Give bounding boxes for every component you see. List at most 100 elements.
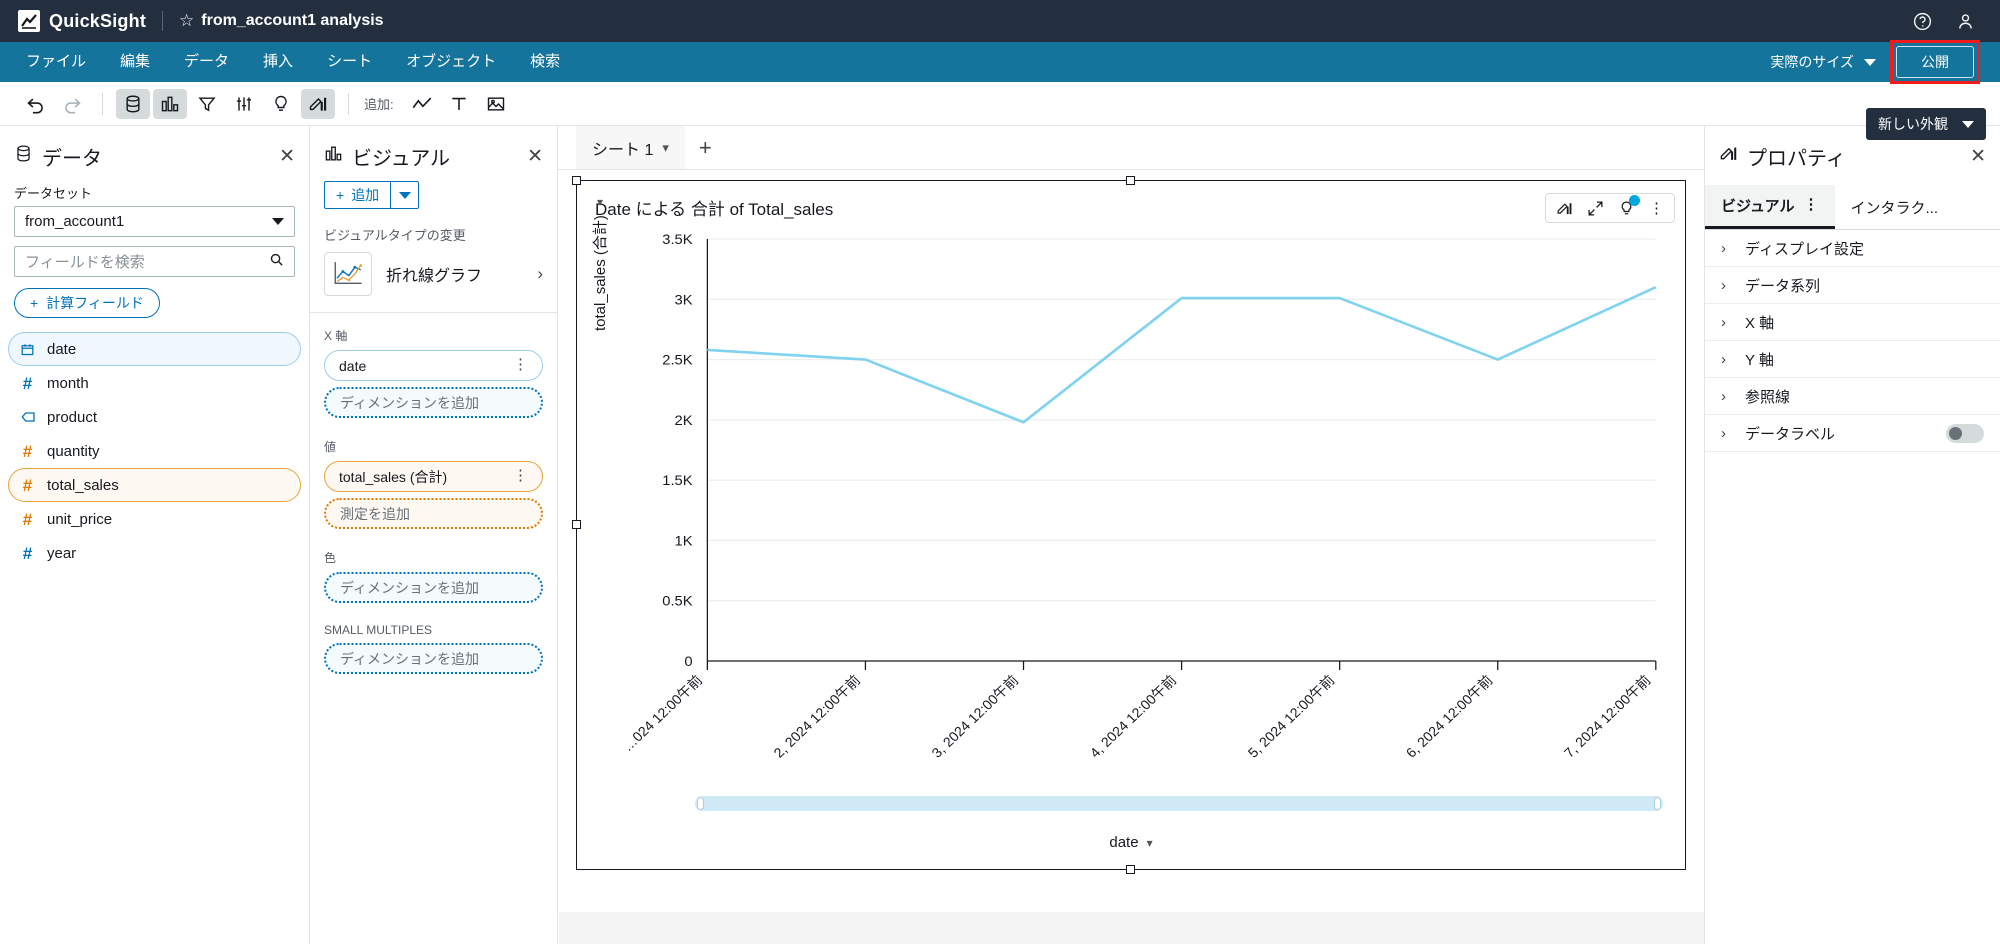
visuals-icon xyxy=(324,144,343,169)
visual-kebab-menu-icon[interactable]: ⋮ xyxy=(1649,199,1664,217)
sheet-tab-1[interactable]: シート 1 ▾ xyxy=(576,126,685,169)
scroll-knob-right[interactable] xyxy=(1654,797,1661,810)
close-icon[interactable]: ✕ xyxy=(279,147,295,166)
line-chart-icon xyxy=(324,252,372,296)
parameters-icon[interactable] xyxy=(227,89,261,119)
field-kebab-menu-icon[interactable]: ⋮ xyxy=(513,469,528,483)
add-visual-dropdown[interactable] xyxy=(390,181,420,209)
help-circle-icon[interactable] xyxy=(1912,11,1933,32)
prop-display-settings[interactable]: › ディスプレイ設定 xyxy=(1705,230,2000,267)
resize-handle-middle-left[interactable] xyxy=(572,520,581,529)
insights-badge xyxy=(1629,194,1640,206)
redo-icon[interactable] xyxy=(55,89,89,119)
add-sheet-button[interactable]: + xyxy=(685,126,726,169)
field-item-product[interactable]: product xyxy=(8,400,301,434)
chevron-down-icon[interactable]: ▾ xyxy=(662,140,669,156)
chevron-down-icon xyxy=(398,191,411,199)
scroll-knob-left[interactable] xyxy=(697,797,704,810)
resize-handle-top-center[interactable] xyxy=(1126,176,1135,185)
analysis-title[interactable]: from_account1 analysis xyxy=(201,12,383,30)
well-dropzone-x-axis[interactable]: ディメンションを追加 xyxy=(324,387,543,418)
well-field-value-total-sales[interactable]: total_sales (合計) ⋮ xyxy=(324,461,543,492)
menu-edit[interactable]: 編集 xyxy=(103,42,167,82)
field-item-quantity[interactable]: # quantity xyxy=(8,434,301,468)
y-axis-title[interactable]: total_sales (合計) ▾ xyxy=(589,195,610,331)
chart-horizontal-scrollbar[interactable] xyxy=(695,796,1663,811)
close-icon[interactable]: ✕ xyxy=(527,147,543,166)
insights-icon[interactable] xyxy=(264,89,298,119)
tab-interactions[interactable]: インタラク... xyxy=(1835,185,1955,229)
prop-data-labels[interactable]: › データラベル xyxy=(1705,415,2000,452)
maximize-icon[interactable] xyxy=(1587,200,1604,217)
field-item-unit-price[interactable]: # unit_price xyxy=(8,502,301,536)
well-field-x-axis-date[interactable]: date ⋮ xyxy=(324,350,543,381)
add-calculated-field-button[interactable]: + 計算フィールド xyxy=(14,288,160,318)
svg-text:0.5K: 0.5K xyxy=(662,594,693,610)
tab-visual[interactable]: ビジュアル ⋮ xyxy=(1705,185,1835,229)
sheet-tabs: シート 1 ▾ + xyxy=(558,126,1704,170)
well-dropzone-color[interactable]: ディメンションを追加 xyxy=(324,572,543,603)
search-input[interactable]: フィールドを検索 xyxy=(14,246,295,277)
filter-icon[interactable] xyxy=(190,89,224,119)
menu-insert[interactable]: 挿入 xyxy=(246,42,310,82)
dataset-icon[interactable] xyxy=(116,88,150,119)
svg-text:3, 2024 12:00午前: 3, 2024 12:00午前 xyxy=(928,672,1021,761)
publish-button[interactable]: 公開 xyxy=(1896,46,1974,78)
well-dropzone-small-multiples[interactable]: ディメンションを追加 xyxy=(324,643,543,674)
add-visual-button[interactable]: + 追加 xyxy=(324,181,391,209)
field-item-month[interactable]: # month xyxy=(8,366,301,400)
field-item-date[interactable]: date xyxy=(8,332,301,366)
add-line-chart-icon[interactable] xyxy=(405,89,439,119)
prop-reference-lines[interactable]: › 参照線 xyxy=(1705,378,2000,415)
visual-title[interactable]: Date による 合計 of Total_sales xyxy=(577,181,1685,220)
quicksight-logo-icon[interactable] xyxy=(18,10,40,32)
visual-container[interactable]: Date による 合計 of Total_sales ⋮ 0 0.5K 1K 1… xyxy=(572,176,1686,874)
line-chart[interactable]: 0 0.5K 1K 1.5K 2K 2.5K 3K 3.5K …024 12:00午前 2, 20… xyxy=(583,221,1679,781)
well-field-label: total_sales (合計) xyxy=(339,468,448,485)
prop-data-series[interactable]: › データ系列 xyxy=(1705,267,2000,304)
size-selector[interactable]: 実際のサイズ xyxy=(1770,52,1876,72)
well-field-label: date xyxy=(339,357,367,374)
prop-x-axis[interactable]: › X 軸 xyxy=(1705,304,2000,341)
field-kebab-menu-icon[interactable]: ⋮ xyxy=(513,358,528,372)
data-labels-toggle[interactable] xyxy=(1946,423,1984,443)
chevron-down-icon[interactable]: ▾ xyxy=(1147,836,1153,850)
insights-bulb-icon[interactable] xyxy=(1618,194,1640,217)
product-name[interactable]: QuickSight xyxy=(49,11,146,32)
close-icon[interactable]: ✕ xyxy=(1970,147,1986,166)
visual-type-selector[interactable]: 折れ線グラフ › xyxy=(310,252,557,296)
field-item-total-sales[interactable]: # total_sales xyxy=(8,468,301,502)
themes-icon[interactable] xyxy=(301,88,335,119)
prop-y-axis[interactable]: › Y 軸 xyxy=(1705,341,2000,378)
chevron-right-icon[interactable]: ▾ xyxy=(596,195,602,209)
hash-icon: # xyxy=(22,441,33,461)
new-look-label: 新しい外観 xyxy=(1878,116,1948,132)
top-bar-actions xyxy=(1912,11,1982,32)
tag-icon xyxy=(19,409,36,425)
visual-menu-format-icon[interactable] xyxy=(1556,200,1573,217)
undo-icon[interactable] xyxy=(18,89,52,119)
x-axis-title[interactable]: date ▾ xyxy=(577,834,1685,851)
menu-sheet[interactable]: シート xyxy=(310,42,389,82)
menu-search[interactable]: 検索 xyxy=(513,42,577,82)
star-outline-icon[interactable]: ☆ xyxy=(179,11,194,31)
menu-file[interactable]: ファイル xyxy=(18,42,103,82)
add-image-icon[interactable] xyxy=(479,89,513,119)
add-text-icon[interactable] xyxy=(442,89,476,119)
visuals-icon[interactable] xyxy=(153,88,187,119)
svg-text:…024 12:00午前: …024 12:00午前 xyxy=(619,672,706,754)
menu-data[interactable]: データ xyxy=(167,42,246,82)
user-account-icon[interactable] xyxy=(1955,11,1976,32)
size-selector-label: 実際のサイズ xyxy=(1770,54,1854,70)
new-look-toggle[interactable]: 新しい外観 xyxy=(1866,108,1986,140)
menu-object[interactable]: オブジェクト xyxy=(389,42,513,82)
well-dropzone-value[interactable]: 測定を追加 xyxy=(324,498,543,529)
dataset-select[interactable]: from_account1 xyxy=(14,206,295,237)
resize-handle-top-left[interactable] xyxy=(572,176,581,185)
plus-icon: + xyxy=(30,295,39,311)
chevron-right-icon[interactable]: › xyxy=(537,264,543,284)
tab-kebab-menu-icon[interactable]: ⋮ xyxy=(1804,198,1819,212)
svg-text:6, 2024 12:00午前: 6, 2024 12:00午前 xyxy=(1402,672,1495,761)
field-item-year[interactable]: # year xyxy=(8,536,301,570)
visual-toolbar: ⋮ xyxy=(1545,193,1675,223)
